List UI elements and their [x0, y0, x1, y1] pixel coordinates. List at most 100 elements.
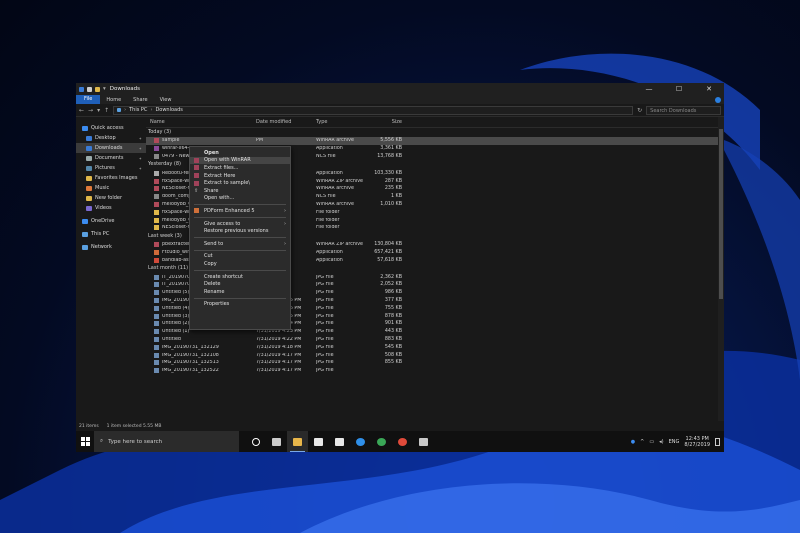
menu-item-rename[interactable]: Rename — [190, 288, 290, 296]
menu-item-open[interactable]: Open — [190, 149, 290, 157]
file-type-icon — [154, 360, 159, 366]
search-input[interactable]: Search Downloads — [646, 105, 721, 115]
menu-item-pdform-enhanced-5[interactable]: PDForm Enhanced 5 › — [190, 207, 290, 215]
chrome-taskbar-button[interactable] — [371, 431, 392, 452]
sidebar-item-documents[interactable]: Documents ✦ — [76, 153, 146, 163]
pdf-icon — [194, 208, 199, 214]
task-view-taskbar-button[interactable] — [266, 431, 287, 452]
edge-taskbar-button[interactable] — [350, 431, 371, 452]
recent-dropdown-icon[interactable]: ▾ — [97, 107, 100, 114]
folder-icon — [86, 175, 92, 181]
menu-item-give-access-to[interactable]: Give access to › — [190, 220, 290, 228]
file-type: WinRAR archive — [316, 201, 354, 207]
folder-icon — [86, 135, 92, 141]
sidebar-item-videos[interactable]: Videos — [76, 203, 146, 213]
file-row[interactable]: sample PM WinRAR archive 5,556 KB — [146, 137, 724, 145]
selection-info: 1 item selected 5.55 MB — [106, 423, 162, 429]
menu-item-open-with-winrar[interactable]: Open with WinRAR — [190, 156, 290, 165]
title-bar: ▾ Downloads — ☐ ✕ — [76, 83, 724, 95]
sidebar-item-label: New folder — [95, 195, 123, 201]
cortana-taskbar-button[interactable] — [245, 431, 266, 452]
scrollbar-thumb[interactable] — [719, 129, 723, 299]
forward-arrow-icon[interactable]: → — [88, 107, 93, 114]
taskbar-search[interactable]: ⌕ Type here to search — [94, 431, 239, 452]
menu-item-open-with[interactable]: Open with... — [190, 195, 290, 203]
sidebar-item-desktop[interactable]: Desktop ✦ — [76, 133, 146, 143]
menu-item-restore-previous-versions[interactable]: Restore previous versions — [190, 227, 290, 235]
menu-item-send-to[interactable]: Send to › — [190, 240, 290, 248]
file-row[interactable]: IMG_20190731_132108 7/31/2019 4:17 PM JPG … — [146, 351, 724, 359]
winrar-icon — [194, 173, 199, 179]
menu-item-delete[interactable]: Delete — [190, 280, 290, 288]
column-header-name[interactable]: Name — [146, 119, 256, 125]
address-bar[interactable]: › This PC › Downloads — [113, 105, 634, 115]
close-button[interactable]: ✕ — [694, 85, 724, 93]
input-language[interactable]: ENG — [669, 439, 680, 445]
column-header-size[interactable]: Size — [368, 119, 402, 125]
file-name: winrar-x64-5 — [162, 146, 193, 152]
mail-taskbar-button[interactable] — [329, 431, 350, 452]
status-bar: 21 items 1 item selected 5.55 MB — [76, 421, 724, 431]
breadcrumb-downloads[interactable]: Downloads — [155, 107, 182, 113]
menu-item-cut[interactable]: Cut — [190, 253, 290, 261]
sidebar-item-quick-access[interactable]: Quick access — [76, 123, 146, 133]
store-taskbar-button[interactable] — [308, 431, 329, 452]
file-row[interactable]: IMG_20190731_132513 7/31/2019 4:17 PM JPG … — [146, 359, 724, 367]
opera-taskbar-button[interactable] — [392, 431, 413, 452]
menu-item-extract-to-sample[interactable]: Extract to sample\ — [190, 179, 290, 187]
menu-item-copy[interactable]: Copy — [190, 260, 290, 268]
new-folder-icon[interactable] — [95, 86, 100, 92]
breadcrumb-this-pc[interactable]: This PC — [129, 107, 147, 113]
sidebar-item-network[interactable]: Network — [76, 242, 146, 252]
up-arrow-icon[interactable]: ↑ — [104, 107, 109, 114]
explorer-body: Quick access Desktop ✦ Downloads ✦ Documents ✦… — [76, 117, 724, 421]
file-type: File folder — [316, 225, 340, 231]
menu-item-share[interactable]: ⇪ Share — [190, 187, 290, 195]
sidebar-item-favorites-images[interactable]: Favorites Images — [76, 173, 146, 183]
file-type: Application — [316, 257, 343, 263]
file-row[interactable]: IMG_20190731_132522 7/31/2019 4:17 PM JPG … — [146, 367, 724, 375]
sidebar-item-music[interactable]: Music — [76, 183, 146, 193]
tab-view[interactable]: View — [154, 97, 178, 103]
onedrive-tray-icon[interactable]: ● — [631, 439, 635, 445]
app-taskbar-button[interactable] — [413, 431, 434, 452]
quick-access-dropdown-icon[interactable]: ▾ — [103, 86, 106, 92]
sidebar-item-downloads[interactable]: Downloads ✦ — [76, 143, 146, 153]
menu-item-label: Properties — [204, 301, 230, 308]
file-size: 508 KB — [384, 352, 402, 358]
maximize-button[interactable]: ☐ — [664, 85, 694, 93]
properties-icon[interactable] — [87, 86, 92, 92]
network-tray-icon[interactable]: ▭ — [649, 439, 654, 445]
file-row[interactable]: Untitled 7/31/2019 4:22 PM JPG File 883 KB — [146, 336, 724, 344]
start-button[interactable] — [76, 437, 94, 446]
sidebar-item-pictures[interactable]: Pictures ✦ — [76, 163, 146, 173]
file-explorer-taskbar-button[interactable] — [287, 431, 308, 452]
refresh-icon[interactable]: ↻ — [637, 107, 642, 114]
group-header[interactable]: Today (3) — [146, 128, 724, 137]
sidebar-item-new-folder[interactable]: New folder — [76, 193, 146, 203]
vertical-scrollbar[interactable] — [718, 117, 724, 421]
ribbon-tabs: File Home Share View — [76, 95, 724, 104]
sidebar-item-onedrive[interactable]: OneDrive — [76, 216, 146, 226]
menu-item-extract-here[interactable]: Extract Here — [190, 172, 290, 180]
column-header-date[interactable]: Date modified — [256, 119, 316, 125]
menu-item-properties[interactable]: Properties — [190, 301, 290, 309]
tab-home[interactable]: Home — [100, 97, 127, 103]
back-arrow-icon[interactable]: ← — [79, 107, 84, 114]
column-header-type[interactable]: Type — [316, 119, 368, 125]
menu-item-extract-files[interactable]: Extract files... — [190, 164, 290, 172]
window-title: Downloads — [109, 86, 140, 92]
file-row[interactable]: IMG_20190731_132129 7/31/2019 4:18 PM JPG … — [146, 343, 724, 351]
show-hidden-icons-icon[interactable]: ^ — [640, 439, 644, 445]
help-icon[interactable] — [715, 96, 721, 103]
notification-center-icon[interactable] — [715, 437, 720, 446]
tab-file[interactable]: File — [76, 95, 101, 104]
menu-item-create-shortcut[interactable]: Create shortcut — [190, 273, 290, 281]
minimize-button[interactable]: — — [634, 85, 664, 93]
file-size: 657,421 KB — [374, 249, 402, 255]
clock[interactable]: 12:43 PM 8/27/2019 — [684, 436, 710, 448]
volume-icon[interactable]: ◂) — [659, 439, 663, 445]
edge-icon — [356, 437, 365, 446]
tab-share[interactable]: Share — [127, 97, 153, 103]
sidebar-item-this-pc[interactable]: This PC — [76, 229, 146, 239]
